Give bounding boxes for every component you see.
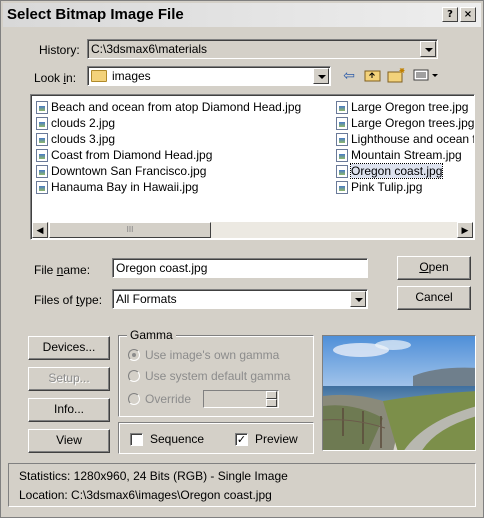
spin-down-icon[interactable] — [266, 399, 277, 407]
radio-button[interactable] — [128, 393, 140, 405]
image-file-icon — [336, 116, 348, 130]
sequence-checkbox[interactable]: Sequence — [130, 432, 204, 446]
scroll-right-icon[interactable]: ▶ — [457, 222, 473, 238]
help-icon[interactable]: ? — [442, 7, 458, 22]
override-spinner[interactable] — [203, 390, 279, 408]
file-name: Mountain Stream.jpg — [351, 148, 462, 162]
gamma-option-image[interactable]: Use image's own gamma — [128, 348, 279, 362]
setup-button[interactable]: Setup... — [28, 367, 110, 391]
radio-button[interactable] — [128, 370, 140, 382]
radio-label: Use system default gamma — [145, 369, 291, 383]
title-bar: Select Bitmap Image File ? × — [3, 3, 481, 27]
look-in-dropdown[interactable]: images — [87, 66, 331, 86]
list-item[interactable]: Pink Tulip.jpg — [334, 179, 474, 195]
location-text: Location: C:\3dsmax6\images\Oregon coast… — [19, 488, 272, 502]
file-name: Large Oregon trees.jpg — [351, 116, 475, 130]
file-name: Coast from Diamond Head.jpg — [51, 148, 213, 162]
file-name: clouds 3.jpg — [51, 132, 116, 146]
status-panel: Statistics: 1280x960, 24 Bits (RGB) - Si… — [8, 463, 476, 507]
image-file-icon — [36, 180, 48, 194]
checkbox-label: Preview — [255, 432, 298, 446]
image-file-icon — [36, 100, 48, 114]
image-file-icon — [36, 164, 48, 178]
list-item[interactable]: Downtown San Francisco.jpg — [34, 163, 301, 179]
file-name: Hanauma Bay in Hawaii.jpg — [51, 180, 199, 194]
checkbox-label: Sequence — [150, 432, 205, 446]
chevron-down-icon[interactable] — [313, 68, 329, 84]
file-name: Large Oregon tree.jpg — [351, 100, 469, 114]
image-file-icon — [336, 100, 348, 114]
scroll-left-icon[interactable]: ◀ — [32, 222, 48, 238]
radio-button[interactable] — [128, 349, 140, 361]
file-name-value: Oregon coast.jpg — [116, 261, 208, 275]
image-file-icon — [336, 132, 348, 146]
list-item-selected[interactable]: Oregon coast.jpg — [334, 163, 474, 179]
folder-icon — [91, 70, 107, 82]
radio-label: Use image's own gamma — [145, 348, 280, 362]
file-name: clouds 2.jpg — [51, 116, 116, 130]
file-column-right: Large Oregon tree.jpg Large Oregon trees… — [334, 99, 475, 195]
gamma-title: Gamma — [127, 328, 176, 342]
file-name-input[interactable]: Oregon coast.jpg — [112, 258, 368, 278]
file-name: Oregon coast.jpg — [349, 163, 444, 179]
statistics-text: Statistics: 1280x960, 24 Bits (RGB) - Si… — [19, 469, 288, 483]
list-item[interactable]: Hanauma Bay in Hawaii.jpg — [34, 179, 301, 195]
list-item[interactable]: clouds 3.jpg — [34, 131, 301, 147]
view-button[interactable]: View — [28, 429, 110, 453]
checkbox[interactable] — [130, 432, 143, 446]
checkbox-checked[interactable]: ✓ — [235, 432, 248, 446]
chevron-down-icon[interactable] — [420, 41, 436, 57]
image-file-icon — [336, 164, 348, 178]
chevron-down-icon[interactable] — [350, 291, 366, 307]
file-list[interactable]: Beach and ocean from atop Diamond Head.j… — [30, 94, 475, 240]
gamma-option-system[interactable]: Use system default gamma — [128, 369, 290, 383]
gamma-option-override[interactable]: Override — [128, 392, 191, 406]
look-in-label: Look in: — [34, 71, 77, 85]
close-icon[interactable]: × — [460, 7, 476, 22]
view-menu-icon[interactable] — [412, 67, 442, 85]
preview-checkbox[interactable]: ✓ Preview — [235, 432, 298, 446]
look-in-value: images — [112, 69, 151, 83]
dialog-title: Select Bitmap Image File — [7, 6, 184, 23]
image-file-icon — [336, 180, 348, 194]
file-name: Pink Tulip.jpg — [351, 180, 423, 194]
list-item[interactable]: Large Oregon trees.jpg — [334, 115, 475, 131]
files-of-type-dropdown[interactable]: All Formats — [112, 289, 368, 309]
list-item[interactable]: Mountain Stream.jpg — [334, 147, 474, 163]
list-item[interactable]: Coast from Diamond Head.jpg — [34, 147, 301, 163]
file-name: Downtown San Francisco.jpg — [51, 164, 207, 178]
files-of-type-value: All Formats — [116, 292, 177, 306]
back-arrow-icon[interactable]: ⇦ — [339, 67, 359, 85]
spin-up-icon[interactable] — [266, 391, 277, 399]
up-folder-icon[interactable] — [363, 67, 383, 85]
radio-label: Override — [145, 392, 192, 406]
cancel-button[interactable]: Cancel — [397, 286, 471, 310]
scrollbar-thumb[interactable]: III — [49, 222, 211, 238]
history-label: History: — [39, 43, 80, 57]
devices-button[interactable]: Devices... — [28, 336, 110, 360]
list-item[interactable]: Large Oregon tree.jpg — [334, 99, 474, 115]
image-file-icon — [36, 148, 48, 162]
list-item[interactable]: Lighthouse and ocean f — [334, 131, 475, 147]
file-name: Beach and ocean from atop Diamond Head.j… — [51, 100, 302, 114]
horizontal-scrollbar[interactable]: ◀ III ▶ — [32, 222, 473, 238]
open-button[interactable]: Open — [397, 256, 471, 280]
image-file-icon — [36, 116, 48, 130]
file-name: Lighthouse and ocean f — [351, 132, 475, 146]
files-of-type-label: Files of type: — [34, 293, 103, 307]
info-button[interactable]: Info... — [28, 398, 110, 422]
new-folder-icon[interactable] — [387, 67, 407, 85]
image-file-icon — [336, 148, 348, 162]
history-value: C:\3dsmax6\materials — [91, 42, 208, 56]
select-bitmap-dialog: Select Bitmap Image File ? × History: C:… — [0, 0, 484, 518]
image-file-icon — [36, 132, 48, 146]
list-item[interactable]: Beach and ocean from atop Diamond Head.j… — [34, 99, 301, 115]
file-column-left: Beach and ocean from atop Diamond Head.j… — [34, 99, 301, 195]
file-name-label: File name: — [34, 263, 91, 277]
preview-image — [322, 335, 476, 451]
history-dropdown[interactable]: C:\3dsmax6\materials — [87, 39, 438, 59]
list-item[interactable]: clouds 2.jpg — [34, 115, 301, 131]
